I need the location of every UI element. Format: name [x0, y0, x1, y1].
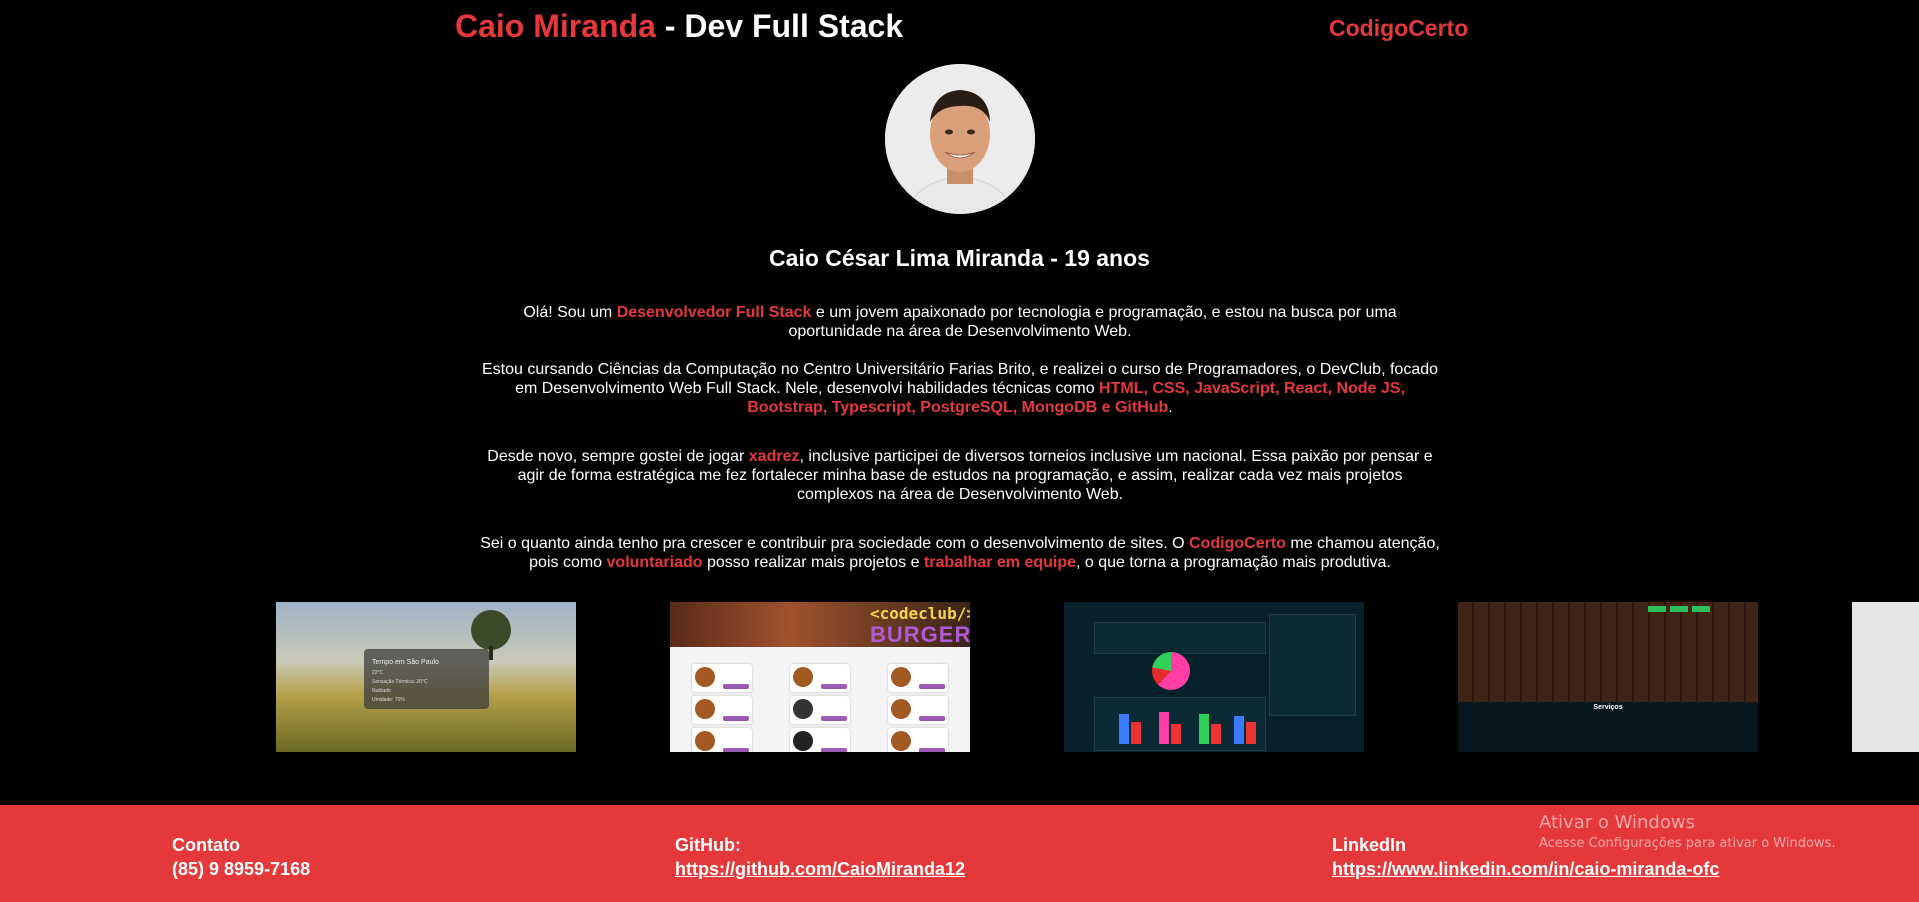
dashboard-pie-chart — [1152, 652, 1190, 690]
barbershop-overlay — [1458, 602, 1758, 702]
product-card — [790, 664, 850, 692]
dashboard-transactions — [1269, 614, 1356, 716]
bar-mark — [1246, 722, 1256, 744]
product-card — [790, 728, 850, 752]
page-title: Caio Miranda - Dev Full Stack — [455, 8, 903, 45]
linkedin-link[interactable]: https://www.linkedin.com/in/caio-miranda… — [1332, 859, 1719, 879]
weather-card: Tempo em São Paulo 22°C Sensação Térmica… — [364, 649, 489, 709]
project-thumb-barbershop[interactable]: Serviços — [1458, 602, 1758, 752]
about-highlight: voluntariado — [606, 554, 703, 571]
product-card — [692, 664, 752, 692]
about-paragraph-2: Estou cursando Ciências da Computação no… — [480, 360, 1440, 417]
bar-mark — [1171, 724, 1181, 744]
projects-carousel: Tempo em São Paulo 22°C Sensação Térmica… — [0, 602, 1919, 752]
product-card — [888, 664, 948, 692]
project-thumb-partial[interactable] — [1852, 602, 1919, 752]
dashboard-cards — [1094, 622, 1266, 654]
about-highlight: Desenvolvedor Full Stack — [616, 304, 812, 321]
about-paragraph-1: Olá! Sou um Desenvolvedor Full Stack e u… — [480, 303, 1440, 341]
product-card — [888, 696, 948, 724]
role-title: - Dev Full Stack — [655, 8, 904, 44]
weather-humidity: Umidade: 70% — [372, 697, 405, 703]
services-title: Serviços — [1593, 704, 1623, 711]
portfolio-page: Caio Miranda - Dev Full Stack CodigoCert… — [0, 0, 1919, 902]
contact-label: Contato — [172, 835, 240, 855]
nav-button — [1670, 606, 1688, 612]
nav-button — [1692, 606, 1710, 612]
github-label: GitHub: — [675, 835, 741, 855]
burger-logo-top: <codeclub/> — [870, 604, 970, 623]
burger-logo-bottom: BURGER — [870, 622, 970, 647]
footer-contact: Contato (85) 9 8959-7168 — [172, 833, 310, 881]
bar-mark — [1199, 714, 1209, 744]
about-text: Desde novo, sempre gostei de jogar — [487, 448, 749, 465]
product-card — [790, 696, 850, 724]
about-highlight: xadrez — [748, 448, 800, 465]
tree-trunk-graphic — [489, 646, 493, 660]
codigocerto-link[interactable]: CodigoCerto — [1329, 15, 1468, 42]
bar-mark — [1131, 722, 1141, 744]
bar-mark — [1159, 712, 1169, 744]
weather-desc: Nublado — [372, 688, 391, 694]
github-link[interactable]: https://github.com/CaioMiranda12 — [675, 859, 965, 879]
product-card — [692, 728, 752, 752]
weather-city: Tempo em São Paulo — [372, 659, 439, 666]
about-highlight: CodigoCerto — [1189, 535, 1286, 552]
project-thumb-finance-dashboard[interactable] — [1064, 602, 1364, 752]
windows-activation-watermark: Ativar o Windows Acesse Configurações pa… — [1539, 812, 1835, 854]
contact-phone: (85) 9 8959-7168 — [172, 859, 311, 879]
about-text: . — [1168, 399, 1173, 416]
about-text: Olá! Sou um — [523, 304, 617, 321]
bar-mark — [1119, 714, 1129, 744]
about-text: e um jovem apaixonado por tecnologia e p… — [788, 304, 1397, 340]
product-card — [692, 696, 752, 724]
avatar — [885, 64, 1035, 214]
name-highlight: Caio Miranda — [455, 8, 656, 44]
about-text: , o que torna a programação mais produti… — [1076, 554, 1391, 571]
weather-feels: Sensação Térmica: 20°C — [372, 679, 428, 685]
profile-name-age: Caio César Lima Miranda - 19 anos — [769, 245, 1150, 271]
about-text: posso realizar mais projetos e — [702, 554, 924, 571]
footer-github: GitHub: https://github.com/CaioMiranda12 — [675, 833, 965, 881]
about-text: Sei o quanto ainda tenho pra crescer e c… — [480, 535, 1190, 552]
product-card — [888, 728, 948, 752]
about-highlight: trabalhar em equipe — [923, 554, 1077, 571]
about-paragraph-3: Desde novo, sempre gostei de jogar xadre… — [480, 447, 1440, 504]
watermark-title: Ativar o Windows — [1539, 812, 1695, 833]
profile-photo-icon — [885, 64, 1035, 214]
weather-temp: 22°C — [372, 670, 384, 676]
bar-mark — [1211, 724, 1221, 744]
about-paragraph-4: Sei o quanto ainda tenho pra crescer e c… — [480, 534, 1440, 572]
project-thumb-burger[interactable]: <codeclub/> BURGER — [670, 602, 970, 752]
watermark-subtitle: Acesse Configurações para ativar o Windo… — [1539, 836, 1836, 851]
project-thumb-weather[interactable]: Tempo em São Paulo 22°C Sensação Térmica… — [276, 602, 576, 752]
nav-button — [1648, 606, 1666, 612]
bar-mark — [1234, 716, 1244, 744]
tree-graphic — [471, 610, 511, 650]
